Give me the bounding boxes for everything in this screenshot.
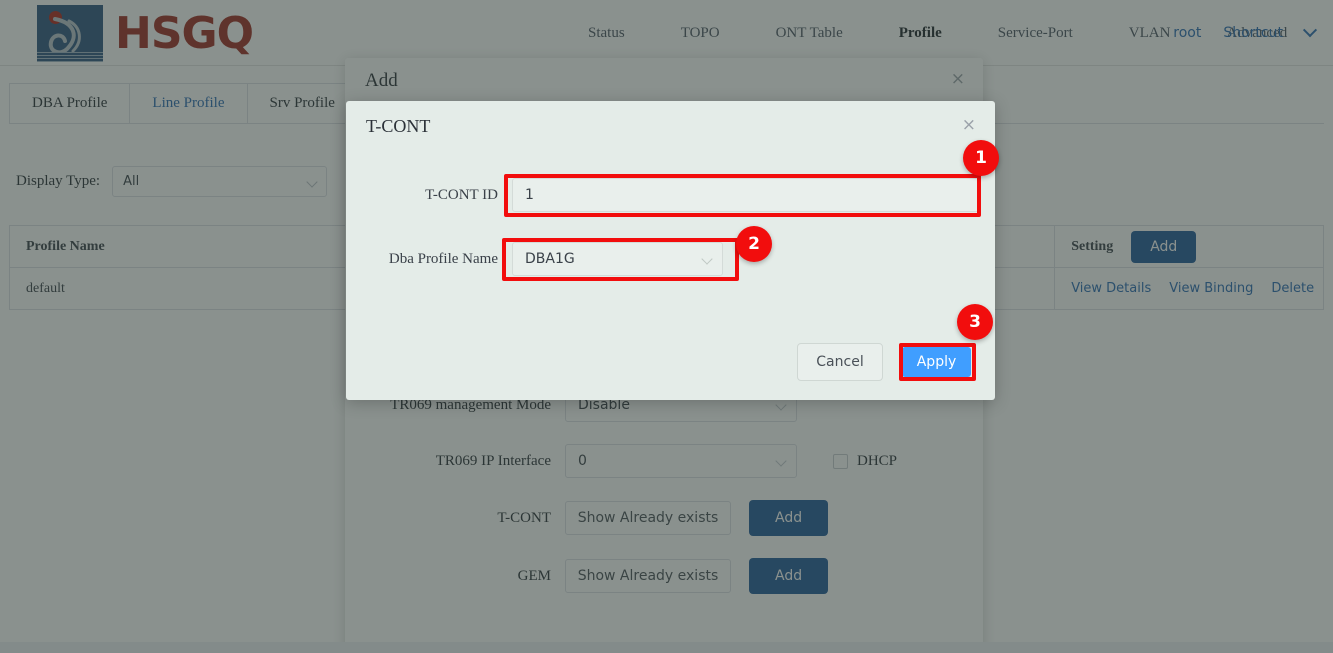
apply-button[interactable]: Apply [902,347,971,377]
tab-dba-profile[interactable]: DBA Profile [9,83,131,123]
add-dialog-title: Add [365,70,398,91]
tcont-add-button[interactable]: Add [749,500,829,536]
close-icon[interactable]: × [951,71,965,88]
tcont-modal-actions: Cancel Apply [797,343,975,381]
view-details-link[interactable]: View Details [1071,281,1151,296]
nav-item-status[interactable]: Status [560,25,653,42]
tcont-id-input[interactable]: 1 [512,178,981,212]
display-type-select[interactable]: All [112,166,328,197]
shortcut-menu[interactable]: Shortcut [1223,25,1283,41]
app-header: HSGQ Status TOPO ONT Table Profile Servi… [0,0,1333,66]
dba-profile-field: Dba Profile Name DBA1G [346,242,723,276]
chevron-down-icon [306,176,318,188]
dhcp-label: DHCP [857,452,898,469]
field-value: 0 [578,453,587,469]
field-label: GEM [517,567,551,584]
tcont-id-field: T-CONT ID 1 [346,178,981,212]
nav-item-ont-table[interactable]: ONT Table [748,25,871,42]
tcont-show-exists-button[interactable]: Show Already exists [565,501,731,535]
tab-line-profile[interactable]: Line Profile [129,83,248,123]
add-profile-button[interactable]: Add [1131,230,1197,263]
tcont-modal-title: T-CONT [366,116,431,136]
foroisp-watermark: Foro ISP [917,391,995,400]
field-tcont: T-CONT Show Already exists Add [345,500,983,536]
profile-tabs: DBA Profile Line Profile Srv Profile [9,83,358,123]
display-type-label: Display Type: [16,173,101,189]
display-type-filter: Display Type: All [16,166,328,197]
field-label: TR069 IP Interface [435,452,551,469]
tcont-modal: T-CONT × Foro ISP T-CONT ID 1 Dba Profil… [346,101,995,400]
tcont-id-label: T-CONT ID [425,186,498,203]
screenshot-root: HSGQ Status TOPO ONT Table Profile Servi… [0,0,1333,653]
logo-stripes-icon [37,52,103,62]
annotation-badge-1: 1 [963,140,999,176]
chevron-down-icon[interactable] [1302,23,1318,38]
nav-item-profile[interactable]: Profile [871,25,970,42]
setting-label: Setting [1071,238,1114,254]
brand-logo[interactable]: HSGQ [37,5,254,62]
close-icon[interactable]: × [962,117,976,134]
field-label: T-CONT [497,509,551,526]
chevron-down-icon [701,253,713,265]
gem-add-button[interactable]: Add [749,558,829,594]
tr069-ip-interface-select[interactable]: 0 [565,444,797,478]
field-tr069-ip-interface: TR069 IP Interface 0 DHCP [345,444,983,478]
user-menu-root[interactable]: root [1173,25,1201,41]
cell-actions: View Details View Binding Delete [1055,268,1323,310]
annotation-badge-2: 2 [736,226,772,262]
shortcut-label: Shortcut [1223,25,1283,41]
tab-srv-profile[interactable]: Srv Profile [246,83,358,123]
brand-name: HSGQ [115,7,254,59]
cancel-button[interactable]: Cancel [797,343,883,381]
dba-profile-label: Dba Profile Name [388,250,498,267]
add-dialog-form: TR069 management Mode Disable TR069 IP I… [345,388,983,616]
chevron-down-icon [775,399,787,411]
view-binding-link[interactable]: View Binding [1169,281,1253,296]
nav-item-topo[interactable]: TOPO [653,25,748,42]
dhcp-checkbox[interactable] [833,453,848,469]
dba-profile-value: DBA1G [525,251,575,267]
display-type-value: All [123,174,140,189]
page-footer-strip [0,642,1333,653]
dhcp-checkbox-wrap[interactable]: DHCP [833,453,897,470]
nav-item-service-port[interactable]: Service-Port [970,25,1101,42]
delete-link[interactable]: Delete [1271,281,1314,296]
dba-profile-select[interactable]: DBA1G [512,242,723,276]
hsgq-logo-icon [37,5,103,62]
field-gem: GEM Show Already exists Add [345,558,983,594]
header-right-actions: root Shortcut [1173,0,1318,66]
tcont-id-value: 1 [525,187,534,203]
column-header-setting: Setting Add [1055,226,1323,268]
gem-show-exists-button[interactable]: Show Already exists [565,559,731,593]
annotation-badge-3: 3 [957,304,993,340]
chevron-down-icon [775,455,787,467]
